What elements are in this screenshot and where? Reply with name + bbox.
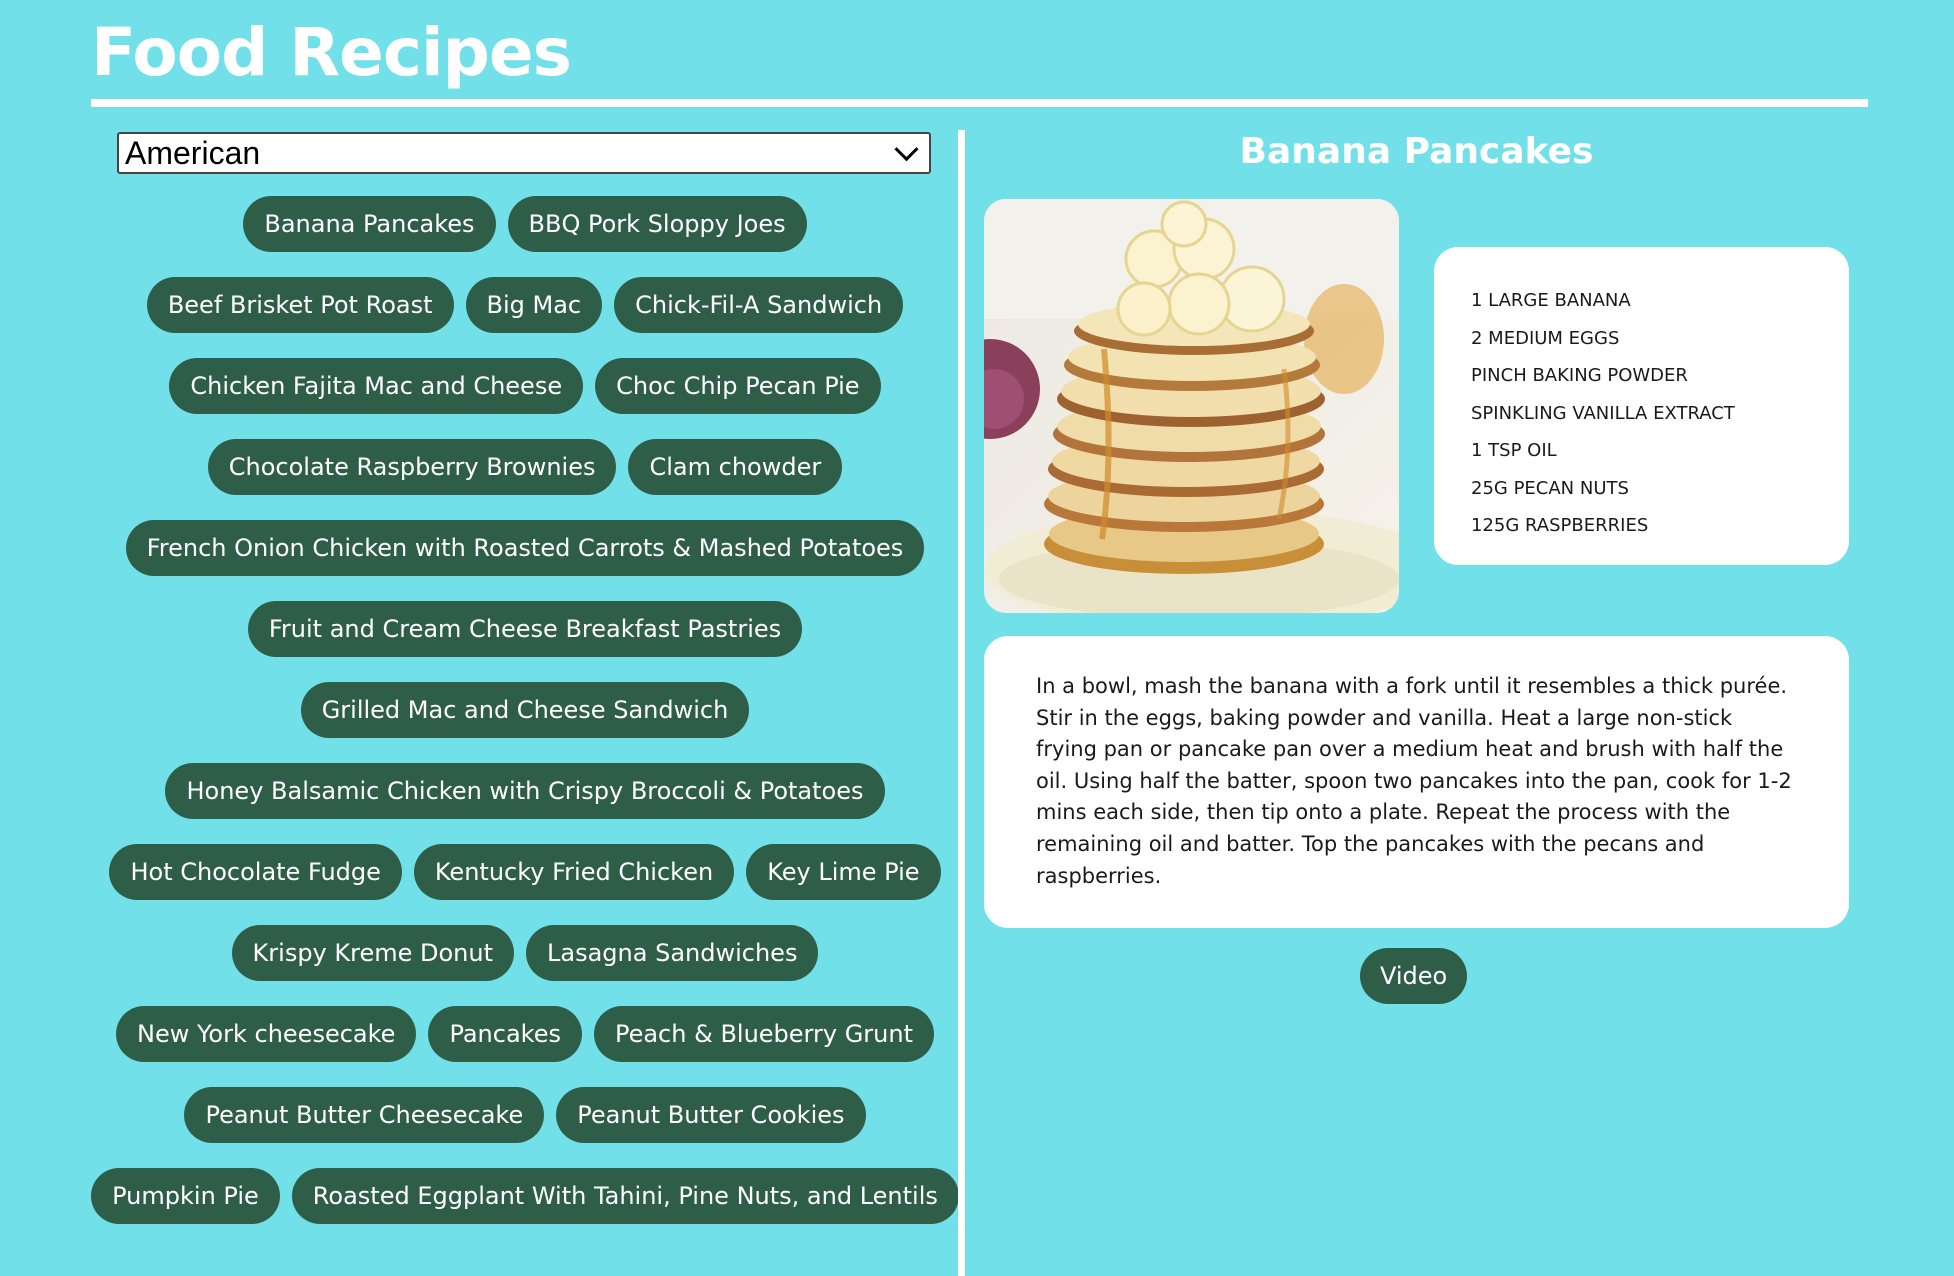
ingredient-item: spinkling vanilla extract [1471, 402, 1735, 424]
recipe-button[interactable]: Krispy Kreme Donut [231, 925, 515, 981]
cuisine-select[interactable]: American [117, 132, 931, 174]
recipe-button[interactable]: Roasted Eggplant With Tahini, Pine Nuts,… [291, 1168, 959, 1224]
page-title: Food Recipes [91, 14, 572, 91]
cuisine-select-value: American [125, 134, 261, 171]
ingredients-list: 1 large banana 2 medium eggs pinch baking … [1471, 282, 1849, 545]
recipe-button[interactable]: Chick-Fil-A Sandwich [614, 277, 904, 333]
recipe-browser: American Banana Pancakes BBQ Pork Sloppy … [91, 130, 959, 1276]
recipe-photo [984, 199, 1399, 613]
ingredient-item: 1 tsp oil [1471, 440, 1557, 461]
instructions-text: In a bowl, mash the banana with a fork u… [1036, 674, 1792, 888]
recipe-button[interactable]: Lasagna Sandwiches [526, 925, 819, 981]
recipe-button[interactable]: Peanut Butter Cheesecake [184, 1087, 545, 1143]
recipe-button[interactable]: Clam chowder [628, 439, 843, 495]
ingredient-item: 1 large banana [1471, 290, 1631, 311]
ingredient-item: 125g raspberries [1471, 515, 1649, 536]
ingredients-card: 1 large banana 2 medium eggs pinch baking … [1434, 247, 1849, 565]
instructions-card: In a bowl, mash the banana with a fork u… [984, 636, 1849, 928]
recipe-button[interactable]: Key Lime Pie [746, 844, 941, 900]
recipe-button[interactable]: Big Mac [465, 277, 603, 333]
recipe-button[interactable]: Chicken Fajita Mac and Cheese [169, 358, 584, 414]
recipe-button[interactable]: Peach & Blueberry Grunt [593, 1006, 934, 1062]
recipe-button[interactable]: Pumpkin Pie [91, 1168, 280, 1224]
ingredient-item: pinch baking powder [1471, 365, 1688, 386]
recipe-button[interactable]: French Onion Chicken with Roasted Carrot… [125, 520, 925, 576]
recipe-title: Banana Pancakes [1239, 131, 1594, 172]
ingredient-item: 2 medium eggs [1471, 327, 1620, 349]
recipe-button[interactable]: New York cheesecake [115, 1006, 417, 1062]
recipe-list: Banana Pancakes BBQ Pork Sloppy Joes Beef … [91, 196, 959, 1224]
panel-divider [958, 130, 965, 1276]
recipe-button[interactable]: Beef Brisket Pot Roast [146, 277, 454, 333]
recipe-button[interactable]: Peanut Butter Cookies [556, 1087, 866, 1143]
recipe-button[interactable]: Fruit and Cream Cheese Breakfast Pastrie… [247, 601, 803, 657]
video-button[interactable]: Video [1360, 948, 1468, 1004]
recipe-button[interactable]: Banana Pancakes [243, 196, 496, 252]
recipe-button[interactable]: Chocolate Raspberry Brownies [207, 439, 617, 495]
recipe-button[interactable]: BBQ Pork Sloppy Joes [507, 196, 807, 252]
ingredient-item: 25g pecan nuts [1471, 477, 1629, 499]
recipe-button[interactable]: Grilled Mac and Cheese Sandwich [300, 682, 750, 738]
header-divider [91, 99, 1868, 107]
recipe-button[interactable]: Honey Balsamic Chicken with Crispy Brocc… [165, 763, 885, 819]
recipe-button[interactable]: Pancakes [428, 1006, 582, 1062]
header: Food Recipes [91, 8, 1868, 98]
recipe-button[interactable]: Choc Chip Pecan Pie [595, 358, 881, 414]
recipe-button[interactable]: Hot Chocolate Fudge [109, 844, 402, 900]
chevron-down-icon [894, 136, 919, 161]
recipe-button[interactable]: Kentucky Fried Chicken [413, 844, 735, 900]
